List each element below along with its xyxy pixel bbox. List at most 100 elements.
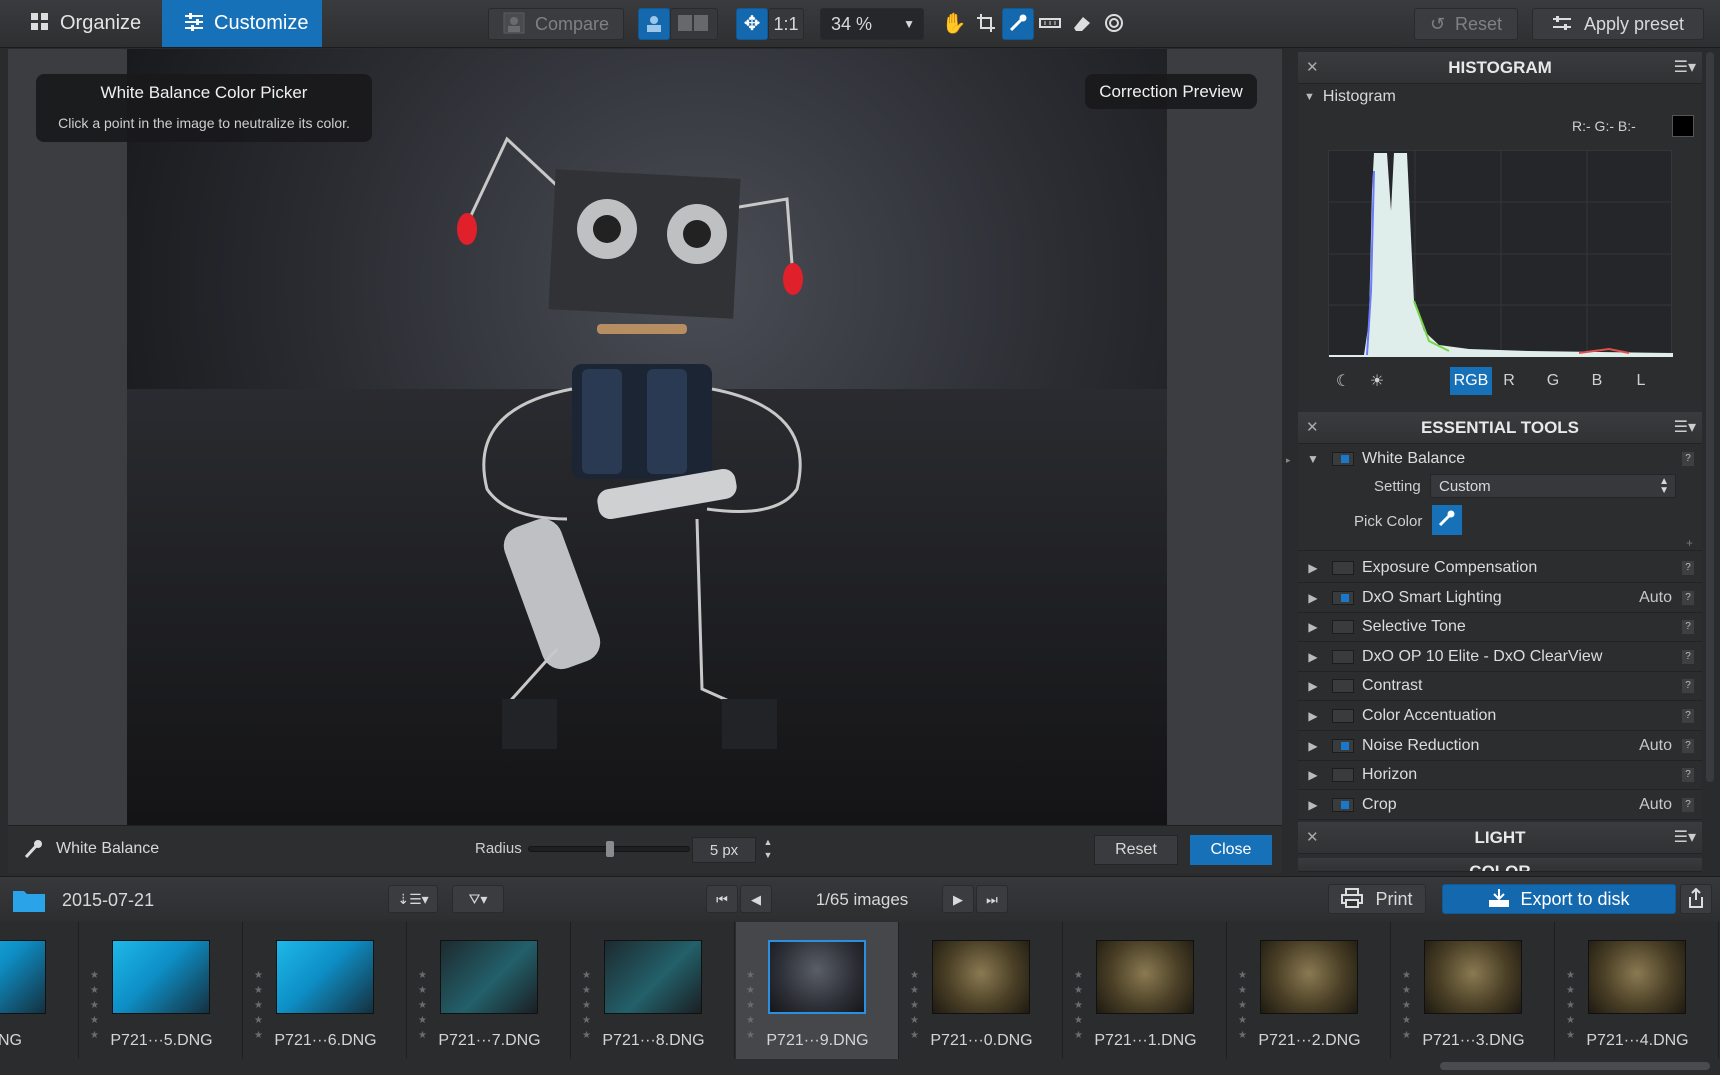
tool-white-balance-header[interactable]: ▼ White Balance ?	[1298, 444, 1702, 473]
channel-button-l[interactable]: L	[1626, 367, 1656, 395]
channel-button-rgb[interactable]: RGB	[1450, 367, 1492, 395]
menu-icon[interactable]: ☰▾	[1674, 827, 1696, 847]
compare-button[interactable]: Compare	[488, 8, 624, 40]
tool-toggle[interactable]	[1332, 649, 1354, 664]
tool-toggle[interactable]	[1332, 561, 1354, 575]
highlight-clipping-sun-icon[interactable]: ☀	[1362, 367, 1392, 395]
tool-toggle[interactable]	[1332, 709, 1354, 723]
tool-row-selective-tone[interactable]: ▶ Selective Tone?	[1298, 613, 1702, 643]
help-icon[interactable]: ?	[1682, 709, 1694, 723]
split-view-button[interactable]	[670, 8, 718, 40]
one-to-one-button[interactable]: 1:1	[768, 8, 804, 40]
tool-toggle[interactable]	[1332, 797, 1354, 812]
first-image-button[interactable]: ⏮	[706, 885, 738, 913]
filmstrip-scrollbar[interactable]	[1440, 1062, 1710, 1070]
apply-preset-button[interactable]: Apply preset	[1532, 8, 1704, 40]
right-panel-scrollbar[interactable]	[1706, 52, 1714, 782]
help-icon[interactable]: ?	[1682, 590, 1694, 605]
help-icon[interactable]: ?	[1682, 679, 1694, 694]
filmstrip-thumbnail[interactable]: ★★★★★4.DNG	[0, 922, 79, 1059]
radius-stepper[interactable]: ▲ ▼	[760, 836, 776, 864]
radius-slider-thumb[interactable]	[606, 841, 614, 857]
share-button[interactable]	[1680, 884, 1712, 914]
radius-value-field[interactable]: 5 px	[692, 837, 756, 863]
tool-row-noise-reduction[interactable]: ▶ Noise Reduction Auto?	[1298, 732, 1702, 761]
filmstrip-thumbnail[interactable]: ★ ★ ★ ★ ★ P721···4.DNG	[1556, 922, 1719, 1059]
repair-tool-button[interactable]	[1066, 8, 1098, 40]
filmstrip-thumbnail[interactable]: ★ ★ ★ ★ ★ P721···3.DNG	[1392, 922, 1555, 1059]
pick-color-button[interactable]	[1432, 505, 1462, 535]
filmstrip-thumbnail[interactable]: ★ ★ ★ ★ ★ P721···0.DNG	[900, 922, 1063, 1059]
print-button[interactable]: Print	[1328, 884, 1426, 914]
filmstrip-thumbnail[interactable]: ★ ★ ★ ★ ★ P721···7.DNG	[408, 922, 571, 1059]
filmstrip-thumbnail[interactable]: ★ ★ ★ ★ ★ P721···8.DNG	[572, 922, 735, 1059]
last-image-button[interactable]: ⏭	[976, 885, 1008, 913]
crop-tool-button[interactable]	[970, 8, 1002, 40]
channel-button-g[interactable]: G	[1538, 367, 1568, 395]
tool-label: Horizon	[1362, 766, 1418, 784]
filmstrip-thumbnail[interactable]: ★ ★ ★ ★ ★ P721···6.DNG	[244, 922, 407, 1059]
tool-row-color-accentuation[interactable]: ▶ Color Accentuation?	[1298, 702, 1702, 731]
close-icon[interactable]: ✕	[1306, 828, 1319, 846]
zoom-select[interactable]: 34 % ▼	[820, 8, 924, 40]
tool-toggle[interactable]	[1332, 590, 1354, 605]
filmstrip-thumbnail[interactable]: ★ ★ ★ ★ ★ P721···5.DNG	[80, 922, 243, 1059]
previous-image-button[interactable]: ◀	[740, 885, 772, 913]
filmstrip-thumbnail[interactable]: ★ ★ ★ ★ ★ P721···1.DNG	[1064, 922, 1227, 1059]
filmstrip-thumbnail[interactable]: ★ ★ ★ ★ ★ P721···2.DNG	[1228, 922, 1391, 1059]
tool-row-crop[interactable]: ▶ Crop Auto?	[1298, 791, 1702, 820]
next-image-button[interactable]: ▶	[942, 885, 974, 913]
help-icon[interactable]: ?	[1682, 649, 1694, 664]
panel-collapse-handle-icon[interactable]: ▸	[1286, 455, 1291, 466]
add-icon[interactable]: +	[1686, 536, 1693, 550]
image-viewer[interactable]: White Balance Color Picker Click a point…	[8, 49, 1282, 825]
shadow-clipping-moon-icon[interactable]: ☾	[1328, 367, 1358, 395]
channel-button-r[interactable]: R	[1494, 367, 1524, 395]
tool-close-button[interactable]: Close	[1190, 835, 1272, 865]
dxo-app-window: Organize Customize Compare ✥ 1:1 34 % ▼ …	[0, 0, 1720, 1075]
tool-row-dxo-op-10-elite-dxo-clearview[interactable]: ▶ DxO OP 10 Elite - DxO ClearView?	[1298, 643, 1702, 672]
red-eye-tool-button[interactable]	[1098, 8, 1130, 40]
tool-reset-button[interactable]: Reset	[1094, 835, 1178, 865]
tool-row-horizon[interactable]: ▶ Horizon?	[1298, 761, 1702, 791]
move-tool-button[interactable]: ✥	[736, 8, 768, 40]
tool-row-exposure-compensation[interactable]: ▶ Exposure Compensation?	[1298, 554, 1702, 583]
filmstrip-thumbnail[interactable]: ★ ★ ★ ★ ★ P721···9.DNG	[736, 922, 899, 1059]
horizon-tool-button[interactable]	[1034, 8, 1066, 40]
menu-icon[interactable]: ☰▾	[1674, 417, 1696, 437]
help-icon[interactable]: ?	[1682, 561, 1694, 575]
white-balance-picker-button[interactable]	[1002, 8, 1034, 40]
filter-button[interactable]: ⛛▾	[452, 885, 504, 913]
white-balance-toggle[interactable]	[1332, 451, 1354, 466]
histogram-section-toggle[interactable]: ▼ Histogram	[1304, 88, 1396, 106]
tool-row-contrast[interactable]: ▶ Contrast?	[1298, 672, 1702, 702]
single-view-button[interactable]	[638, 8, 670, 40]
thumbnail-image	[768, 940, 866, 1014]
tab-customize-label: Customize	[214, 12, 309, 34]
channel-button-b[interactable]: B	[1582, 367, 1612, 395]
help-icon[interactable]: ?	[1682, 738, 1694, 753]
download-disk-icon	[1488, 888, 1510, 911]
close-icon[interactable]: ✕	[1306, 418, 1319, 436]
hand-tool-button[interactable]: ✋	[938, 8, 970, 40]
sort-button[interactable]: ⇣☰▾	[388, 885, 438, 913]
tool-toggle[interactable]	[1332, 620, 1354, 635]
tool-toggle[interactable]	[1332, 679, 1354, 694]
wb-setting-select[interactable]: Custom ▲ ▼	[1430, 474, 1676, 498]
help-icon[interactable]: ?	[1682, 451, 1694, 466]
tool-toggle[interactable]	[1332, 738, 1354, 753]
export-to-disk-button[interactable]: Export to disk	[1442, 884, 1676, 914]
reset-button[interactable]: ↺ Reset	[1414, 8, 1518, 40]
tab-organize[interactable]: Organize	[8, 0, 158, 47]
tool-toggle[interactable]	[1332, 768, 1354, 783]
tab-customize[interactable]: Customize	[162, 0, 322, 47]
help-icon[interactable]: ?	[1682, 620, 1694, 635]
close-icon[interactable]: ✕	[1306, 58, 1319, 76]
menu-icon[interactable]: ☰▾	[1674, 57, 1696, 77]
help-icon[interactable]: ?	[1682, 797, 1694, 812]
chevron-right-icon: ▶	[1308, 797, 1318, 812]
help-icon[interactable]: ?	[1682, 768, 1694, 783]
main-photo[interactable]	[127, 49, 1167, 825]
radius-slider[interactable]	[528, 841, 690, 857]
tool-row-dxo-smart-lighting[interactable]: ▶ DxO Smart Lighting Auto?	[1298, 584, 1702, 613]
